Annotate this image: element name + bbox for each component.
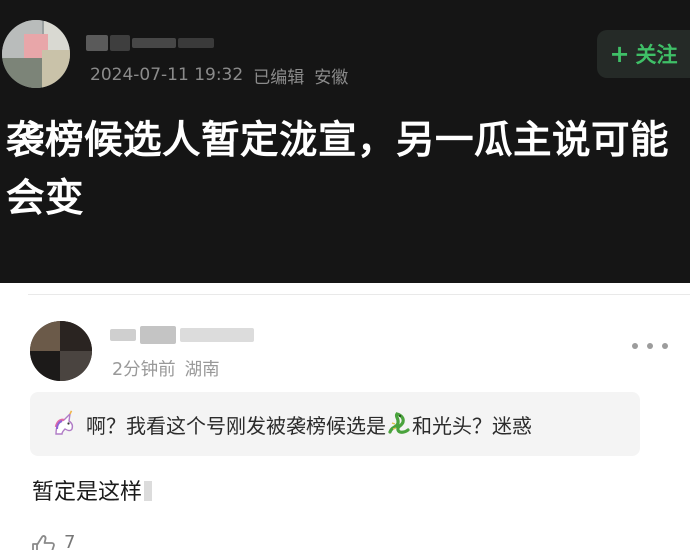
unicorn-icon [54,410,74,435]
follow-button[interactable]: + 关注 [597,30,690,78]
post-title: 袭榜候选人暂定泷宣，另一瓜主说可能会变 [6,118,670,221]
divider [28,294,690,295]
comment-body: 暂定是这样 [32,474,153,506]
comment-time: 2分钟前 [112,359,176,380]
follow-label: 关注 [635,43,678,67]
quote-text: 啊？我看这个号刚发被袭榜候选是 和光头？迷惑 [86,410,532,439]
commenter-avatar[interactable] [30,321,92,381]
post-timestamp: 2024-07-11 19:32 [90,65,244,85]
like-count: 7 [64,532,76,550]
thumbs-up-icon [32,535,55,550]
commenter-name-redacted[interactable] [110,324,270,346]
dragon-icon [388,412,410,434]
redaction-mark [144,481,153,501]
comment-meta: 2分钟前 湖南 [112,356,220,380]
quote-text-part2: 和光头？迷惑 [412,413,532,438]
author-name-redacted[interactable] [86,33,218,53]
post-header: 2024-07-11 19:32 已编辑 安徽 + 关注 袭榜候选人暂定泷宣，另… [0,0,690,283]
author-avatar[interactable] [2,20,70,88]
quote-text-part1: 啊？我看这个号刚发被袭榜候选是 [86,413,386,438]
like-button[interactable]: 7 [30,532,75,550]
comment-card: 2分钟前 湖南 啊？我看这个号刚发被袭榜候选是 和光头？迷惑 暂定是这样 7 [28,294,690,550]
more-icon[interactable] [632,338,668,354]
post-meta: 2024-07-11 19:32 已编辑 安徽 [90,62,348,88]
comment-body-text: 暂定是这样 [32,480,143,505]
plus-icon: + [609,40,630,68]
comment-location: 湖南 [184,359,220,380]
edited-label: 已编辑 [253,67,305,88]
quoted-comment[interactable]: 啊？我看这个号刚发被袭榜候选是 和光头？迷惑 [30,392,640,456]
post-location: 安徽 [314,67,349,88]
